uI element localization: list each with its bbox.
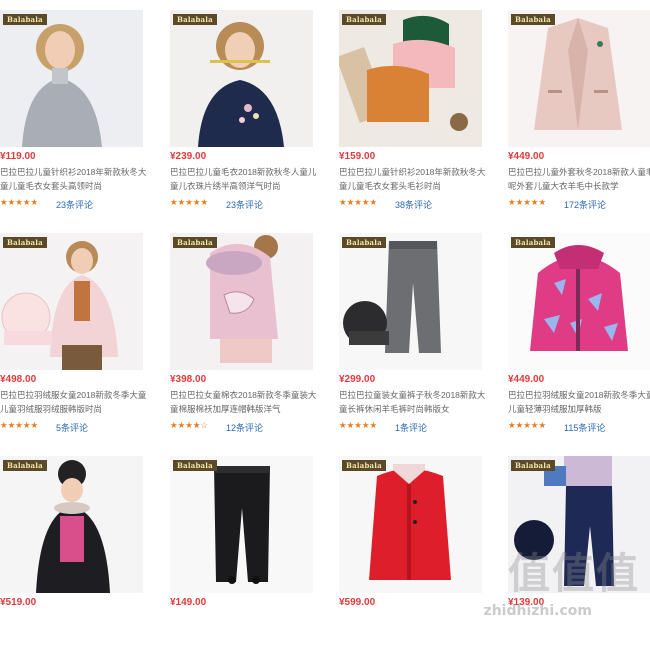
product-card[interactable]: Balabala ¥119.00 巴拉巴拉儿童针织衫2018年新款秋冬大童儿童毛衣女… <box>0 0 158 220</box>
rating-stars: ★★★★★ <box>339 421 378 431</box>
review-count-link[interactable]: 172条评论 <box>564 198 606 211</box>
rating-stars: ★★★★★ <box>0 421 39 431</box>
product-price: ¥149.00 <box>170 597 207 608</box>
rating-stars: ★★★★★ <box>508 421 547 431</box>
product-card[interactable]: Balabala ¥239.00 巴拉巴拉儿童毛衣2018新款秋冬人童儿童儿衣珠片绣… <box>170 0 328 220</box>
product-card[interactable]: Balabala ¥519.00 <box>0 446 158 666</box>
product-image[interactable]: Balabala <box>339 10 482 147</box>
review-count-link[interactable]: 1条评论 <box>395 421 427 434</box>
product-title-link[interactable]: 巴拉巴拉羽绒服女童2018新款冬季大童儿童羽绒服羽绒服韩版时尚 <box>0 388 152 416</box>
brand-logo: Balabala <box>173 237 217 248</box>
rating-stars: ★★★★☆ <box>170 421 209 431</box>
rating-stars: ★★★★★ <box>508 198 547 208</box>
review-count-link[interactable]: 23条评论 <box>226 198 263 211</box>
product-price: ¥498.00 <box>0 374 37 385</box>
product-image[interactable]: Balabala <box>0 456 143 593</box>
rating-stars: ★★★★★ <box>170 198 209 208</box>
product-image[interactable]: Balabala <box>339 456 482 593</box>
brand-logo: Balabala <box>3 237 47 248</box>
review-count-link[interactable]: 38条评论 <box>395 198 432 211</box>
product-price: ¥159.00 <box>339 151 376 162</box>
brand-logo: Balabala <box>511 14 555 25</box>
product-price: ¥449.00 <box>508 151 545 162</box>
product-card[interactable]: Balabala ¥599.00 <box>339 446 497 666</box>
watermark-logo: 值值值 <box>507 549 640 598</box>
brand-logo: Balabala <box>511 237 555 248</box>
product-image[interactable]: Balabala <box>339 233 482 370</box>
product-price: ¥519.00 <box>0 597 37 608</box>
brand-logo: Balabala <box>173 460 217 471</box>
product-price: ¥119.00 <box>0 151 36 162</box>
review-count-link[interactable]: 23条评论 <box>56 198 93 211</box>
product-price: ¥299.00 <box>339 374 376 385</box>
product-card[interactable]: Balabala ¥398.00 巴拉巴拉女童棉衣2018新款冬季童装大童棉服棉袄加… <box>170 223 328 443</box>
review-count-link[interactable]: 12条评论 <box>226 421 263 434</box>
product-card[interactable]: Balabala ¥498.00 巴拉巴拉羽绒服女童2018新款冬季大童儿童羽绒服羽… <box>0 223 158 443</box>
rating-stars: ★★★★★ <box>339 198 378 208</box>
review-count-link[interactable]: 115条评论 <box>564 421 605 434</box>
product-card[interactable]: Balabala ¥449.00 巴拉巴拉羽绒服女童2018新款冬季大童儿童轻薄羽绒… <box>508 223 650 443</box>
product-image[interactable]: Balabala <box>0 10 143 147</box>
product-image[interactable]: Balabala <box>0 233 143 370</box>
product-card[interactable]: Balabala ¥299.00 巴拉巴拉童装女童裤子秋冬2018新款大童长裤休闲羊… <box>339 223 497 443</box>
product-title-link[interactable]: 巴拉巴拉儿童毛衣2018新款秋冬人童儿童儿衣珠片绣半高领洋气时尚 <box>170 165 322 193</box>
product-image[interactable]: Balabala <box>508 10 650 147</box>
brand-logo: Balabala <box>342 14 386 25</box>
brand-logo: Balabala <box>3 14 47 25</box>
brand-logo: Balabala <box>3 460 47 471</box>
product-card[interactable]: Balabala ¥149.00 <box>170 446 328 666</box>
rating-stars: ★★★★★ <box>0 198 39 208</box>
product-grid: Balabala ¥119.00 巴拉巴拉儿童针织衫2018年新款秋冬大童儿童毛衣女… <box>0 0 650 621</box>
brand-logo: Balabala <box>342 460 386 471</box>
product-price: ¥239.00 <box>170 151 207 162</box>
product-image[interactable]: Balabala <box>170 10 313 147</box>
review-count-link[interactable]: 5条评论 <box>56 421 88 434</box>
product-title-link[interactable]: 巴拉巴拉儿童外套秋冬2018新款人童毛呢外套儿童大衣羊毛中长款学 <box>508 165 650 193</box>
product-image[interactable]: Balabala <box>170 233 313 370</box>
product-title-link[interactable]: 巴拉巴拉女童棉衣2018新款冬季童装大童棉服棉袄加厚连帽韩版洋气 <box>170 388 322 416</box>
product-title-link[interactable]: 巴拉巴拉儿童针织衫2018年新款秋冬大童儿童毛衣女套头毛衫时尚 <box>339 165 491 193</box>
product-image[interactable]: Balabala <box>170 456 313 593</box>
watermark-url: zhidhizhi.com <box>483 603 592 619</box>
brand-logo: Balabala <box>342 237 386 248</box>
product-title-link[interactable]: 巴拉巴拉儿童针织衫2018年新款秋冬大童儿童毛衣女套头高领时尚 <box>0 165 152 193</box>
product-card[interactable]: Balabala ¥449.00 巴拉巴拉儿童外套秋冬2018新款人童毛呢外套儿童大… <box>508 0 650 220</box>
product-price: ¥398.00 <box>170 374 207 385</box>
product-image[interactable]: Balabala <box>508 233 650 370</box>
product-price: ¥599.00 <box>339 597 376 608</box>
product-card[interactable]: Balabala ¥159.00 巴拉巴拉儿童针织衫2018年新款秋冬大童儿童毛衣女… <box>339 0 497 220</box>
product-price: ¥449.00 <box>508 374 545 385</box>
product-title-link[interactable]: 巴拉巴拉童装女童裤子秋冬2018新款大童长裤休闲羊毛裤时尚韩版女 <box>339 388 491 416</box>
brand-logo: Balabala <box>511 460 555 471</box>
product-title-link[interactable]: 巴拉巴拉羽绒服女童2018新款冬季大童儿童轻薄羽绒服加厚韩版 <box>508 388 650 416</box>
brand-logo: Balabala <box>173 14 217 25</box>
